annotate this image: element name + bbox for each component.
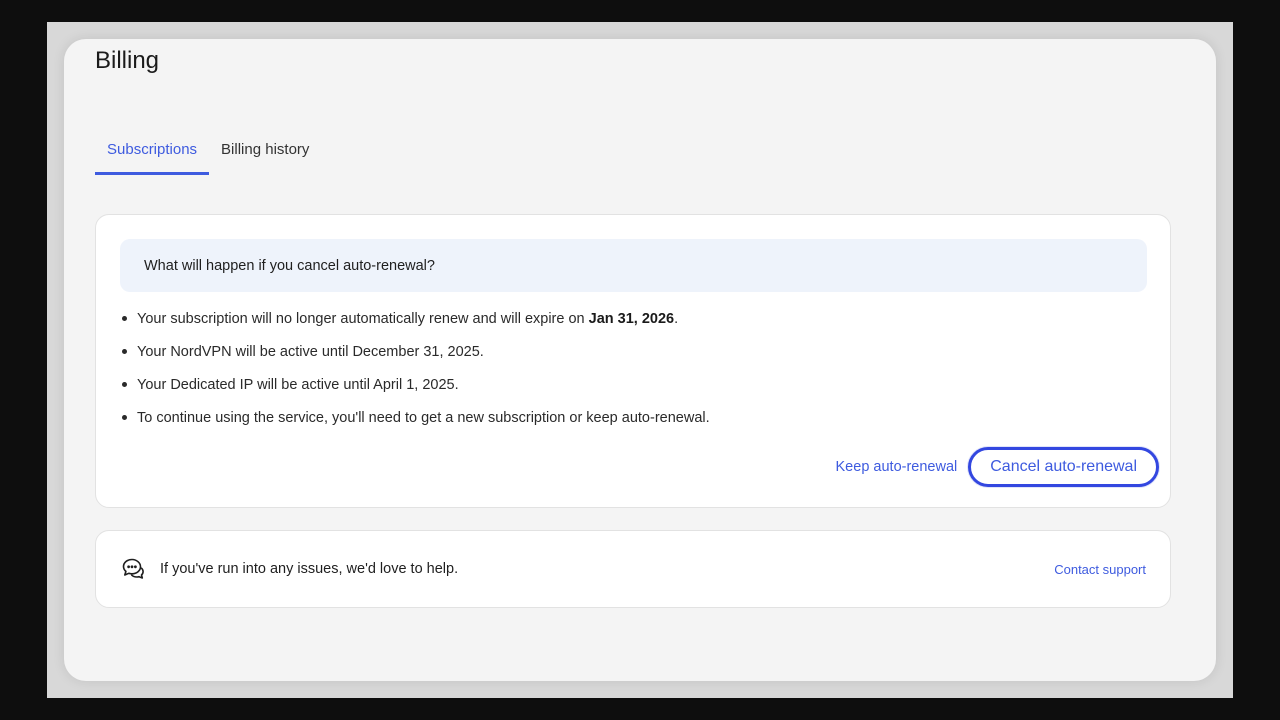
consequence-list: Your subscription will no longer automat…	[120, 311, 710, 443]
cancel-info-heading: What will happen if you cancel auto-rene…	[120, 239, 1147, 292]
expiry-date: Jan 31, 2026	[588, 311, 675, 327]
help-text: If you've run into any issues, we'd love…	[160, 561, 459, 577]
panel-actions: Keep auto-renewal Cancel auto-renewal	[836, 447, 1159, 487]
list-item: Your Dedicated IP will be active until A…	[120, 377, 710, 410]
cancel-info-heading-text: What will happen if you cancel auto-rene…	[144, 257, 435, 274]
billing-tabs: Subscriptions Billing history	[95, 129, 321, 175]
list-item: Your NordVPN will be active until Decemb…	[120, 344, 710, 377]
list-item: To continue using the service, you'll ne…	[120, 410, 710, 443]
keep-auto-renewal-button[interactable]: Keep auto-renewal	[836, 459, 958, 475]
tab-billing-history[interactable]: Billing history	[209, 129, 321, 175]
tab-subscriptions[interactable]: Subscriptions	[95, 129, 210, 175]
browser-viewport: Billing Subscriptions Billing history Wh…	[47, 22, 1233, 698]
chat-bubbles-icon	[120, 556, 146, 582]
list-item: Your subscription will no longer automat…	[120, 311, 710, 344]
cancel-auto-renewal-button[interactable]: Cancel auto-renewal	[968, 447, 1159, 487]
cancel-auto-renewal-panel: What will happen if you cancel auto-rene…	[95, 214, 1171, 508]
expiry-suffix: .	[674, 311, 679, 327]
expiry-text: Your subscription will no longer automat…	[137, 311, 589, 327]
page-title: Billing	[95, 47, 160, 74]
contact-support-link[interactable]: Contact support	[1054, 562, 1146, 577]
billing-page: Billing Subscriptions Billing history Wh…	[64, 39, 1216, 681]
help-panel: If you've run into any issues, we'd love…	[95, 530, 1171, 608]
